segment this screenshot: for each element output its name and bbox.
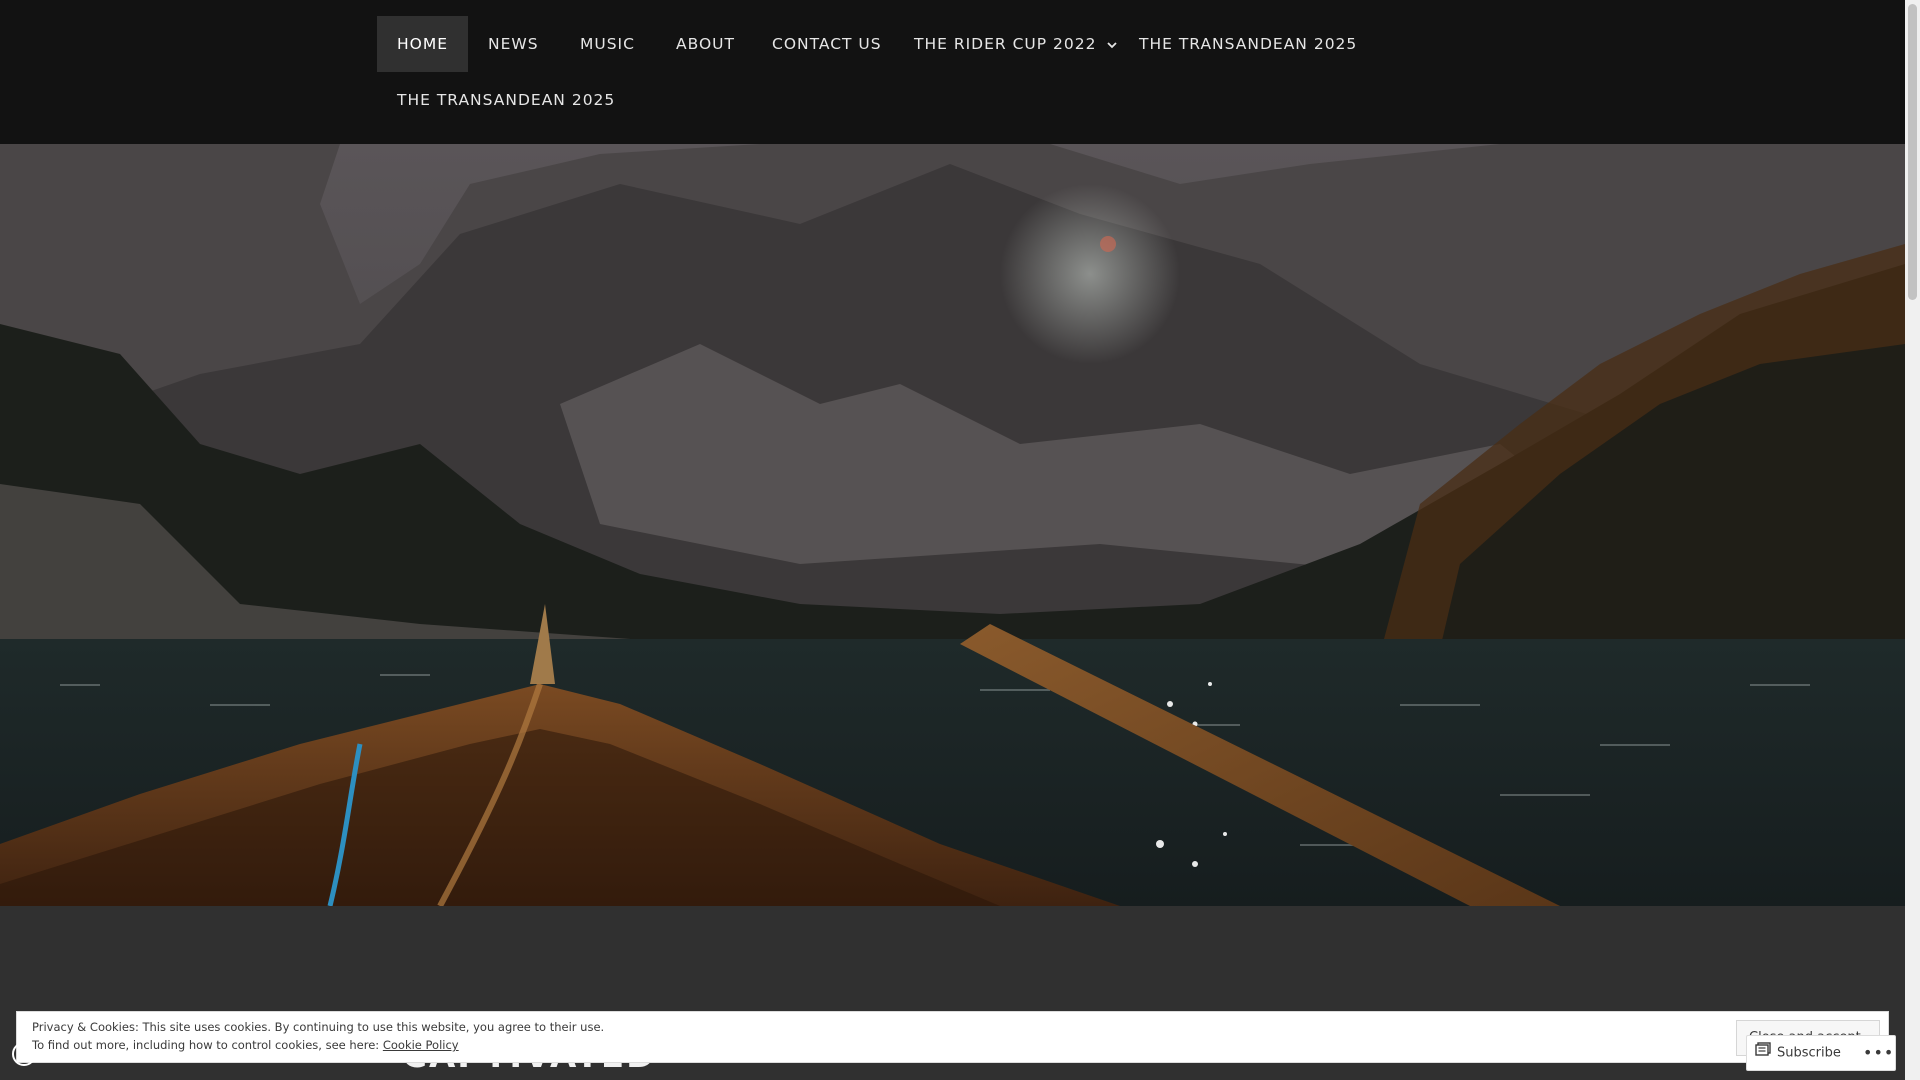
nav-item-home[interactable]: HOME [377,16,469,72]
page-scrollbar[interactable] [1905,0,1920,1080]
wordpress-badge-icon[interactable] [12,1042,36,1066]
nav-label: THE RIDER CUP 2022 [914,35,1097,53]
nav-item-about[interactable]: ABOUT [656,16,755,72]
nav-label: HOME [397,35,449,53]
nav-label: NEWS [488,35,539,53]
subscribe-label: Subscribe [1777,1045,1841,1061]
main-navigation: HOME NEWS MUSIC ABOUT CONTACT US THE RID… [0,0,1905,144]
header-image [0,144,1905,906]
nav-item-news[interactable]: NEWS [468,16,559,72]
nav-label: THE TRANSANDEAN 2025 [397,91,616,109]
cookie-notice-text: Privacy & Cookies: This site uses cookie… [32,1020,605,1034]
hero-illustration [0,144,1905,906]
nav-item-contact-us[interactable]: CONTACT US [752,16,902,72]
scrollbar-thumb[interactable] [1908,4,1917,300]
nav-label: ABOUT [676,35,735,53]
nav-item-music[interactable]: MUSIC [560,16,655,72]
reader-icon [1755,1036,1771,1070]
nav-label: MUSIC [580,35,635,53]
subscribe-widget: Subscribe ••• [1746,1035,1896,1071]
nav-item-transandean-2025-second[interactable]: THE TRANSANDEAN 2025 [377,72,635,128]
nav-label: CONTACT US [772,35,882,53]
nav-label: THE TRANSANDEAN 2025 [1139,35,1358,53]
nav-item-rider-cup-2022[interactable]: THE RIDER CUP 2022 [894,16,1137,72]
cookie-more-info: To find out more, including how to contr… [32,1038,459,1052]
nav-item-transandean-2025[interactable]: THE TRANSANDEAN 2025 [1119,16,1377,72]
subscribe-button[interactable]: Subscribe [1755,1036,1841,1070]
cookie-policy-link[interactable]: Cookie Policy [383,1038,459,1052]
chevron-down-icon[interactable] [1107,41,1118,49]
cookie-banner: Privacy & Cookies: This site uses cookie… [16,1011,1889,1063]
more-options-button[interactable]: ••• [1863,1036,1893,1070]
cookie-more-info-text: To find out more, including how to contr… [32,1038,383,1052]
